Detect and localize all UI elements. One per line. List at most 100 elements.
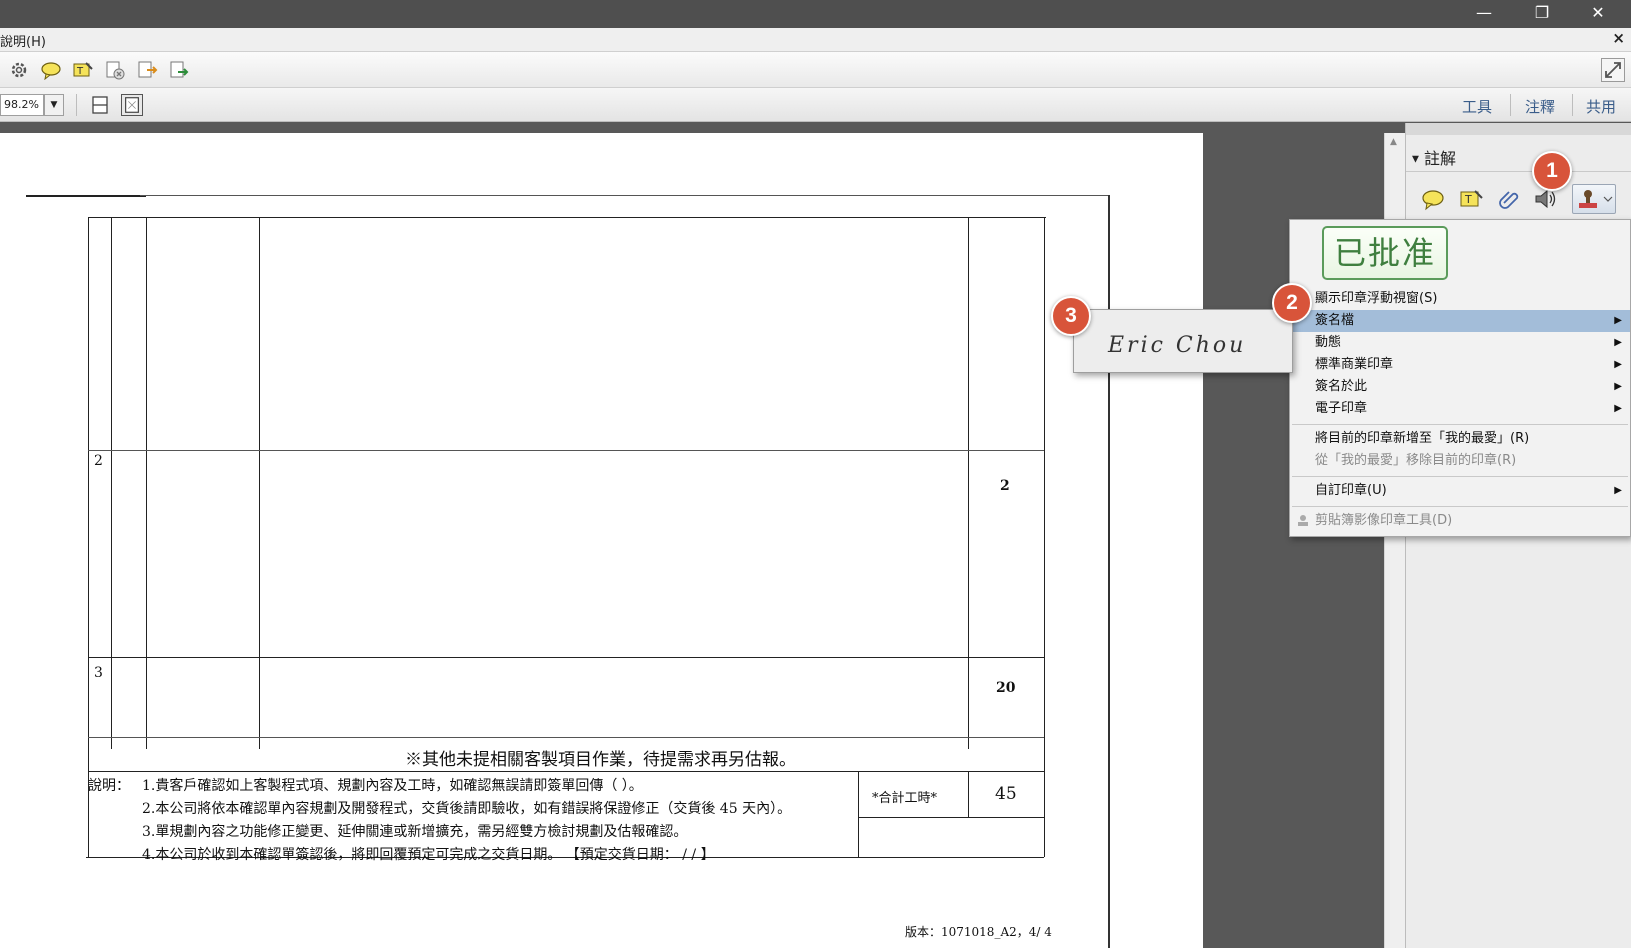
- menu-custom-stamps[interactable]: 自訂印章(U) ▶: [1290, 480, 1630, 502]
- table-line: [1108, 195, 1110, 948]
- menu-item-label: 顯示印章浮動視窗(S): [1315, 291, 1438, 306]
- menu-help[interactable]: 說明(H): [0, 31, 46, 50]
- step-badge: 1: [1532, 151, 1572, 191]
- note-text: 3.單規劃內容之功能修正變更、延伸關連或新增擴充，需另經雙方檢討規劃及估報確認。: [142, 824, 688, 840]
- pdf-page: 2 2 3 20 ※其他未提相關客製項目作業，待提需求再另估報。 說明： 1.貴…: [0, 133, 1203, 948]
- note-text: 4.本公司於收到本確認單簽認後，將即回覆預定可完成之交貨日期。 【預定交貨日期：…: [142, 847, 715, 863]
- expand-icon: [1605, 62, 1621, 78]
- menu-item-label: 自訂印章(U): [1315, 483, 1387, 498]
- task-divider: [1510, 94, 1511, 116]
- close-window-button[interactable]: ✕: [1574, 0, 1622, 28]
- stamp-menu: 已批准 顯示印章浮動視窗(S) 簽名檔 ▶ 動態 ▶ 標準商業印章 ▶ 簽名於此…: [1289, 219, 1631, 537]
- menu-sign-here[interactable]: 簽名於此 ▶: [1290, 376, 1630, 398]
- row-hours: 2: [1000, 478, 1010, 494]
- table-line: [88, 217, 1046, 218]
- signature-stamp-item[interactable]: Eric Chou: [1074, 310, 1292, 372]
- note-text: 1.貴客戶確認如上客製程式項、規劃內容及工時，如確認無誤請即簽單回傳（ ）。: [142, 778, 643, 794]
- tab-share[interactable]: 共用: [1586, 96, 1616, 117]
- task-divider: [1572, 94, 1573, 116]
- menu-dynamic[interactable]: 動態 ▶: [1290, 332, 1630, 354]
- signature-submenu: Eric Chou: [1073, 309, 1293, 373]
- highlight-text-icon[interactable]: T: [72, 60, 94, 80]
- minimize-button[interactable]: —: [1460, 0, 1508, 28]
- fit-page-icon[interactable]: [121, 94, 143, 116]
- submenu-arrow-icon: ▶: [1614, 337, 1622, 348]
- table-line: [858, 771, 859, 857]
- table-line: [88, 657, 1044, 658]
- add-stamp-button[interactable]: [1572, 184, 1616, 214]
- zoom-input[interactable]: 98.2%: [0, 94, 44, 116]
- table-line: [1044, 217, 1045, 857]
- menu-show-stamp-palette[interactable]: 顯示印章浮動視窗(S): [1290, 288, 1630, 310]
- scroll-up-icon[interactable]: ▲: [1390, 137, 1397, 147]
- delete-page-icon[interactable]: [104, 60, 126, 80]
- notes-label: 說明：: [88, 778, 130, 794]
- toolbar-divider: [76, 94, 77, 116]
- signature-text: Eric Chou: [1107, 333, 1246, 358]
- document-viewport[interactable]: 2 2 3 20 ※其他未提相關客製項目作業，待提需求再另估報。 說明： 1.貴…: [0, 123, 1355, 948]
- row-number: 2: [94, 453, 103, 469]
- collapse-icon: ▼: [1412, 154, 1419, 165]
- attach-file-icon[interactable]: [1496, 187, 1522, 211]
- total-hours-label: *合計工時*: [872, 791, 938, 806]
- submenu-arrow-icon: ▶: [1614, 403, 1622, 414]
- table-line: [26, 195, 146, 197]
- table-line: [88, 771, 1044, 772]
- menu-separator: [1292, 424, 1628, 425]
- menu-item-label: 動態: [1315, 335, 1342, 350]
- submenu-arrow-icon: ▶: [1614, 485, 1622, 496]
- menu-separator: [1292, 476, 1628, 477]
- restore-button[interactable]: ❐: [1518, 0, 1566, 28]
- step-badge: 3: [1051, 296, 1091, 336]
- svg-text:T: T: [1464, 193, 1472, 206]
- table-line: [968, 771, 969, 817]
- menu-item-label: 從「我的最愛」移除目前的印章(R): [1315, 453, 1517, 468]
- table-line: [111, 217, 112, 749]
- table-line: [88, 737, 1044, 738]
- row-hours: 20: [996, 680, 1016, 696]
- table-line: [88, 450, 1044, 451]
- menu-separator: [1292, 506, 1628, 507]
- note-line: ※其他未提相關客製項目作業，待提需求再另估報。: [405, 750, 796, 770]
- menu-electronic[interactable]: 電子印章 ▶: [1290, 398, 1630, 420]
- common-toolbar: T: [0, 52, 1631, 88]
- comment-panel-label: 註解: [1424, 149, 1457, 168]
- pane-divider: [1406, 171, 1631, 172]
- menu-signature[interactable]: 簽名檔 ▶: [1290, 310, 1630, 332]
- window-title-bar: — ❐ ✕: [0, 0, 1631, 28]
- menu-remove-favorite: 從「我的最愛」移除目前的印章(R): [1290, 450, 1630, 472]
- menu-clipboard-stamp-tool: 剪貼簿影像印章工具(D): [1290, 510, 1630, 532]
- menu-item-label: 標準商業印章: [1315, 357, 1394, 372]
- table-line: [88, 217, 89, 857]
- menu-item-label: 電子印章: [1315, 401, 1368, 416]
- table-line: [140, 195, 1110, 196]
- comment-panel-title[interactable]: ▼ 註解: [1412, 145, 1456, 169]
- table-line: [146, 217, 147, 749]
- gear-icon[interactable]: [8, 60, 30, 80]
- tab-tools[interactable]: 工具: [1462, 96, 1492, 117]
- view-toolbar: 98.2% ▼ 工具 注釋 共用: [0, 88, 1631, 122]
- zoom-dropdown-button[interactable]: ▼: [44, 94, 64, 116]
- menu-bar: 說明(H) ×: [0, 28, 1631, 52]
- fullscreen-button[interactable]: [1601, 58, 1625, 82]
- submenu-arrow-icon: ▶: [1614, 315, 1622, 326]
- menu-item-label: 簽名檔: [1315, 313, 1355, 328]
- menu-standard-business[interactable]: 標準商業印章 ▶: [1290, 354, 1630, 376]
- close-document-button[interactable]: ×: [1612, 29, 1625, 47]
- submenu-arrow-icon: ▶: [1614, 381, 1622, 392]
- menu-add-favorite[interactable]: 將目前的印章新增至「我的最愛」(R): [1290, 428, 1630, 450]
- svg-text:T: T: [76, 66, 84, 77]
- table-line: [858, 817, 1044, 818]
- approved-stamp-preview[interactable]: 已批准: [1322, 226, 1448, 280]
- export-arrow-icon[interactable]: [168, 60, 190, 80]
- fit-width-icon[interactable]: [89, 94, 111, 116]
- tab-comments[interactable]: 注釋: [1525, 96, 1555, 117]
- row-number: 3: [94, 665, 103, 681]
- sticky-note-icon[interactable]: [1420, 187, 1446, 211]
- table-line: [968, 217, 969, 749]
- comment-bubble-icon[interactable]: [40, 60, 62, 80]
- highlight-icon[interactable]: T: [1458, 187, 1484, 211]
- clipboard-stamp-icon: [1298, 515, 1308, 526]
- export-doc-icon[interactable]: [136, 60, 158, 80]
- menu-item-label: 剪貼簿影像印章工具(D): [1315, 513, 1453, 528]
